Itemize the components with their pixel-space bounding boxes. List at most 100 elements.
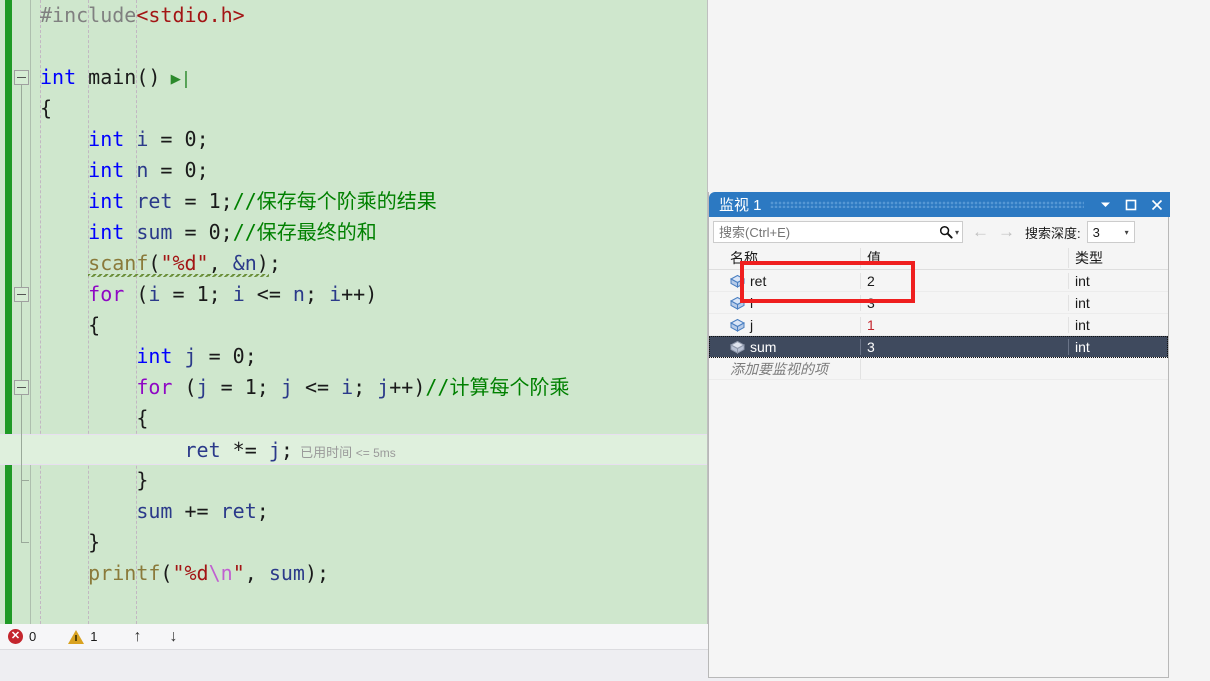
code-token: sum	[268, 561, 305, 585]
chevron-down-icon[interactable]: ▾	[1125, 228, 1134, 237]
watch-variable-value: 3	[867, 338, 875, 355]
code-token: ;	[256, 499, 269, 523]
watch-row-value-cell[interactable]: 1	[861, 316, 1069, 333]
code-token: (	[160, 561, 173, 585]
code-token: ;	[353, 375, 378, 399]
watch-row-value-cell[interactable]: 2	[861, 272, 1069, 289]
search-forward-button[interactable]: →	[998, 222, 1015, 242]
run-to-cursor-icon[interactable]: ▶|	[160, 69, 191, 89]
window-menu-dropdown-icon[interactable]	[1092, 192, 1118, 217]
search-depth-combo[interactable]: 3 ▾	[1086, 221, 1135, 243]
screen-root: #include<stdio.h> int main() ▶| { int i = …	[0, 0, 1210, 681]
code-line[interactable]: int i = 0;	[0, 124, 707, 155]
code-token: i	[148, 282, 161, 306]
code-line[interactable]: }	[0, 465, 707, 496]
code-line[interactable]: for (i = 1; i <= n; i++)	[0, 279, 707, 310]
code-token: {	[88, 313, 101, 337]
watch-row-value-cell[interactable]: 3	[861, 294, 1069, 311]
code-token: ret	[136, 189, 173, 213]
maximize-restore-icon[interactable]	[1118, 192, 1144, 217]
watch-row-name-cell[interactable]: sum	[726, 338, 861, 355]
code-token: i	[329, 282, 342, 306]
code-fold-toggle[interactable]	[14, 70, 29, 85]
watch-window[interactable]: 监视 1 搜索(Ctrl+E) ▾ ← → 搜索深度: 3 ▾ 名称 值 类型 …	[708, 192, 1170, 678]
watch-window-titlebar[interactable]: 监视 1	[709, 192, 1170, 217]
watch-variable-name: i	[750, 294, 754, 311]
code-token: ;	[256, 375, 281, 399]
code-line[interactable]: int ret = 1;//保存每个阶乘的结果	[0, 186, 707, 217]
error-count-item[interactable]: ✕ 0	[8, 629, 36, 644]
code-token: #include	[40, 3, 137, 27]
watch-variable-value: 1	[867, 316, 875, 333]
watch-search-toolbar[interactable]: ▾ ← → 搜索深度: 3 ▾	[709, 217, 1168, 247]
code-token: ;	[208, 282, 233, 306]
code-token: ;	[220, 189, 233, 213]
column-header-value[interactable]: 值	[861, 248, 1069, 268]
code-token: (	[124, 282, 149, 306]
search-box[interactable]: ▾	[713, 221, 963, 243]
search-back-button[interactable]: ←	[972, 222, 989, 242]
search-magnifier-icon[interactable]	[939, 225, 953, 239]
titlebar-drag-grip[interactable]	[769, 201, 1084, 208]
code-fold-toggle[interactable]	[14, 380, 29, 395]
code-token: ++)	[341, 282, 378, 306]
code-token: //保存最终的和	[232, 220, 377, 244]
code-line[interactable]: printf("%d\n", sum);	[0, 558, 707, 589]
watch-window-title: 监视 1	[719, 197, 762, 214]
code-line[interactable]: #include<stdio.h>	[0, 0, 707, 31]
code-editor[interactable]: #include<stdio.h> int main() ▶| { int i = …	[0, 0, 708, 624]
code-fold-toggle[interactable]	[14, 287, 29, 302]
code-line[interactable]: sum += ret;	[0, 496, 707, 527]
next-issue-button[interactable]: ↓	[169, 628, 177, 646]
add-row-label[interactable]: 添加要监视的项	[726, 358, 861, 379]
watch-row[interactable]: i 3 int	[709, 292, 1168, 314]
code-token: <=	[244, 282, 293, 306]
search-input[interactable]	[714, 222, 939, 242]
column-header-type[interactable]: 类型	[1069, 248, 1168, 268]
code-line[interactable]: ret *= j; 已用时间 <= 5ms	[0, 434, 707, 465]
code-token: main()	[76, 65, 161, 89]
watch-row[interactable]: j 1 int	[709, 314, 1168, 336]
close-icon[interactable]	[1144, 192, 1170, 217]
code-token: =	[208, 375, 245, 399]
watch-row[interactable]: sum 3 int	[709, 336, 1168, 358]
watch-row-name-cell[interactable]: i	[726, 294, 861, 311]
code-line[interactable]: scanf("%d", &n);	[0, 248, 707, 279]
code-line[interactable]: {	[0, 93, 707, 124]
arrow-down-icon: ↓	[169, 627, 178, 645]
search-options-caret-icon[interactable]: ▾	[955, 228, 959, 237]
code-token: 1	[196, 282, 209, 306]
code-token: sum	[136, 220, 173, 244]
code-line[interactable]: int j = 0;	[0, 341, 707, 372]
code-token: =	[196, 344, 233, 368]
watch-add-row[interactable]: 添加要监视的项	[709, 358, 1168, 380]
watch-grid[interactable]: 名称 值 类型 ret 2 int i 3 int j 1 int sum 3 int 添加要监视的项	[709, 247, 1168, 380]
code-line[interactable]: {	[0, 310, 707, 341]
watch-grid-body[interactable]: ret 2 int i 3 int j 1 int sum 3 int	[709, 270, 1168, 358]
code-token: ;	[244, 344, 257, 368]
column-header-name[interactable]: 名称	[726, 248, 861, 268]
watch-row-type-cell: int	[1075, 272, 1090, 289]
previous-issue-button[interactable]: ↑	[133, 628, 141, 646]
error-count-label: 0	[29, 629, 37, 644]
code-text-area[interactable]: #include<stdio.h> int main() ▶| { int i = …	[0, 0, 707, 624]
watch-row[interactable]: ret 2 int	[709, 270, 1168, 292]
code-line[interactable]: for (j = 1; j <= i; j++)//计算每个阶乘	[0, 372, 707, 403]
code-token: );	[304, 561, 330, 585]
watch-row-name-cell[interactable]: ret	[726, 272, 861, 289]
code-line[interactable]: {	[0, 403, 707, 434]
search-box-icons[interactable]: ▾	[939, 225, 962, 239]
code-token: "	[232, 561, 245, 585]
code-line[interactable]: int main() ▶|	[0, 62, 707, 93]
code-line[interactable]: int sum = 0;//保存最终的和	[0, 217, 707, 248]
code-line[interactable]: int n = 0;	[0, 155, 707, 186]
code-line[interactable]: }	[0, 527, 707, 558]
warning-count-item[interactable]: 1	[68, 629, 97, 644]
watch-row-name-cell[interactable]: j	[726, 316, 861, 333]
watch-row-value-cell[interactable]: 3	[861, 338, 1069, 355]
code-line[interactable]	[0, 31, 707, 62]
